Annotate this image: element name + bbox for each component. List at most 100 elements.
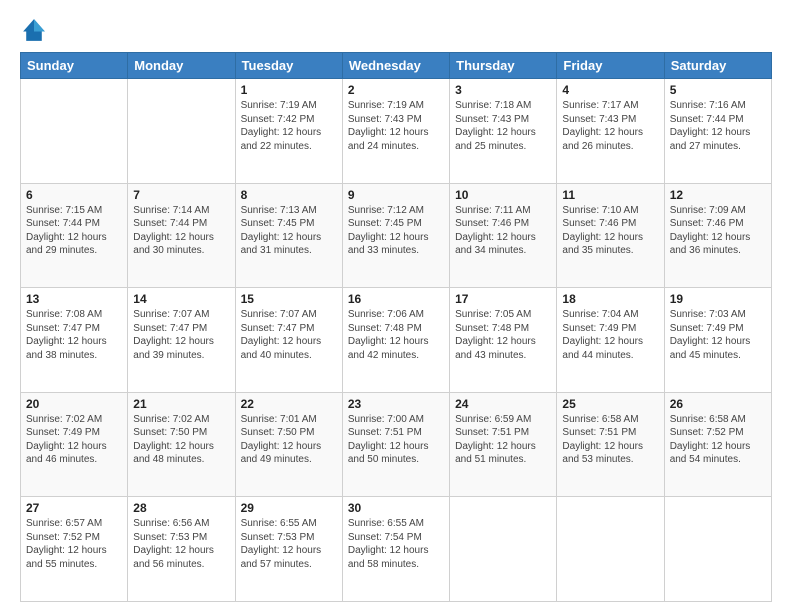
day-number: 14 — [133, 292, 229, 306]
calendar-cell: 1 Sunrise: 7:19 AMSunset: 7:42 PMDaylight… — [235, 79, 342, 184]
calendar-cell: 13 Sunrise: 7:08 AMSunset: 7:47 PMDayligh… — [21, 288, 128, 393]
calendar-cell: 11 Sunrise: 7:10 AMSunset: 7:46 PMDayligh… — [557, 183, 664, 288]
calendar-cell: 30 Sunrise: 6:55 AMSunset: 7:54 PMDayligh… — [342, 497, 449, 602]
calendar-cell: 22 Sunrise: 7:01 AMSunset: 7:50 PMDayligh… — [235, 392, 342, 497]
calendar-cell: 28 Sunrise: 6:56 AMSunset: 7:53 PMDayligh… — [128, 497, 235, 602]
day-number: 16 — [348, 292, 444, 306]
day-number: 7 — [133, 188, 229, 202]
calendar-week-2: 6 Sunrise: 7:15 AMSunset: 7:44 PMDaylight… — [21, 183, 772, 288]
day-info: Sunrise: 7:14 AMSunset: 7:44 PMDaylight:… — [133, 204, 229, 258]
calendar-cell — [450, 497, 557, 602]
calendar-table: SundayMondayTuesdayWednesdayThursdayFrid… — [20, 52, 772, 602]
day-info: Sunrise: 7:04 AMSunset: 7:49 PMDaylight:… — [562, 308, 658, 362]
day-header-sunday: Sunday — [21, 53, 128, 79]
day-number: 9 — [348, 188, 444, 202]
day-number: 6 — [26, 188, 122, 202]
calendar-week-5: 27Sunrise: 6:57 AMSunset: 7:52 PMDayligh… — [21, 497, 772, 602]
day-number: 28 — [133, 501, 229, 515]
day-number: 24 — [455, 397, 551, 411]
logo — [20, 16, 52, 44]
calendar-cell: 24Sunrise: 6:59 AMSunset: 7:51 PMDayligh… — [450, 392, 557, 497]
day-info: Sunrise: 7:11 AMSunset: 7:46 PMDaylight:… — [455, 204, 551, 258]
day-header-friday: Friday — [557, 53, 664, 79]
calendar-cell: 6 Sunrise: 7:15 AMSunset: 7:44 PMDaylight… — [21, 183, 128, 288]
day-info: Sunrise: 7:00 AMSunset: 7:51 PMDaylight:… — [348, 413, 444, 467]
day-info: Sunrise: 7:09 AMSunset: 7:46 PMDaylight:… — [670, 204, 766, 258]
day-info: Sunrise: 6:57 AMSunset: 7:52 PMDaylight:… — [26, 517, 122, 571]
calendar-cell — [21, 79, 128, 184]
day-info: Sunrise: 7:02 AMSunset: 7:49 PMDaylight:… — [26, 413, 122, 467]
day-number: 12 — [670, 188, 766, 202]
calendar-cell: 18 Sunrise: 7:04 AMSunset: 7:49 PMDayligh… — [557, 288, 664, 393]
day-info: Sunrise: 7:08 AMSunset: 7:47 PMDaylight:… — [26, 308, 122, 362]
day-info: Sunrise: 7:13 AMSunset: 7:45 PMDaylight:… — [241, 204, 337, 258]
day-number: 19 — [670, 292, 766, 306]
calendar-cell: 5 Sunrise: 7:16 AMSunset: 7:44 PMDaylight… — [664, 79, 771, 184]
calendar-cell: 19 Sunrise: 7:03 AMSunset: 7:49 PMDayligh… — [664, 288, 771, 393]
day-header-tuesday: Tuesday — [235, 53, 342, 79]
day-info: Sunrise: 7:15 AMSunset: 7:44 PMDaylight:… — [26, 204, 122, 258]
day-number: 20 — [26, 397, 122, 411]
day-info: Sunrise: 6:55 AMSunset: 7:53 PMDaylight:… — [241, 517, 337, 571]
calendar-cell — [557, 497, 664, 602]
day-info: Sunrise: 7:19 AMSunset: 7:43 PMDaylight:… — [348, 99, 444, 153]
calendar-week-1: 1 Sunrise: 7:19 AMSunset: 7:42 PMDaylight… — [21, 79, 772, 184]
day-info: Sunrise: 7:02 AMSunset: 7:50 PMDaylight:… — [133, 413, 229, 467]
calendar-cell: 21 Sunrise: 7:02 AMSunset: 7:50 PMDayligh… — [128, 392, 235, 497]
day-number: 29 — [241, 501, 337, 515]
day-info: Sunrise: 6:58 AMSunset: 7:52 PMDaylight:… — [670, 413, 766, 467]
day-info: Sunrise: 6:58 AMSunset: 7:51 PMDaylight:… — [562, 413, 658, 467]
calendar-cell: 20 Sunrise: 7:02 AMSunset: 7:49 PMDayligh… — [21, 392, 128, 497]
day-info: Sunrise: 7:01 AMSunset: 7:50 PMDaylight:… — [241, 413, 337, 467]
day-info: Sunrise: 7:07 AMSunset: 7:47 PMDaylight:… — [133, 308, 229, 362]
calendar-week-3: 13 Sunrise: 7:08 AMSunset: 7:47 PMDayligh… — [21, 288, 772, 393]
day-number: 22 — [241, 397, 337, 411]
day-info: Sunrise: 7:05 AMSunset: 7:48 PMDaylight:… — [455, 308, 551, 362]
day-number: 4 — [562, 83, 658, 97]
day-number: 3 — [455, 83, 551, 97]
day-number: 8 — [241, 188, 337, 202]
day-number: 23 — [348, 397, 444, 411]
calendar-cell: 12 Sunrise: 7:09 AMSunset: 7:46 PMDayligh… — [664, 183, 771, 288]
day-info: Sunrise: 7:18 AMSunset: 7:43 PMDaylight:… — [455, 99, 551, 153]
day-number: 1 — [241, 83, 337, 97]
day-number: 5 — [670, 83, 766, 97]
day-number: 21 — [133, 397, 229, 411]
calendar-cell: 23 Sunrise: 7:00 AMSunset: 7:51 PMDayligh… — [342, 392, 449, 497]
day-number: 13 — [26, 292, 122, 306]
calendar-cell: 17 Sunrise: 7:05 AMSunset: 7:48 PMDayligh… — [450, 288, 557, 393]
day-number: 17 — [455, 292, 551, 306]
calendar-cell — [664, 497, 771, 602]
day-info: Sunrise: 7:19 AMSunset: 7:42 PMDaylight:… — [241, 99, 337, 153]
day-info: Sunrise: 7:16 AMSunset: 7:44 PMDaylight:… — [670, 99, 766, 153]
calendar-cell: 7 Sunrise: 7:14 AMSunset: 7:44 PMDaylight… — [128, 183, 235, 288]
calendar-cell: 9 Sunrise: 7:12 AMSunset: 7:45 PMDaylight… — [342, 183, 449, 288]
day-number: 30 — [348, 501, 444, 515]
day-info: Sunrise: 7:03 AMSunset: 7:49 PMDaylight:… — [670, 308, 766, 362]
day-info: Sunrise: 6:56 AMSunset: 7:53 PMDaylight:… — [133, 517, 229, 571]
day-info: Sunrise: 7:07 AMSunset: 7:47 PMDaylight:… — [241, 308, 337, 362]
header — [20, 16, 772, 44]
day-number: 26 — [670, 397, 766, 411]
calendar-cell: 15 Sunrise: 7:07 AMSunset: 7:47 PMDayligh… — [235, 288, 342, 393]
day-header-wednesday: Wednesday — [342, 53, 449, 79]
calendar-cell: 25 Sunrise: 6:58 AMSunset: 7:51 PMDayligh… — [557, 392, 664, 497]
calendar-cell: 14 Sunrise: 7:07 AMSunset: 7:47 PMDayligh… — [128, 288, 235, 393]
day-info: Sunrise: 6:55 AMSunset: 7:54 PMDaylight:… — [348, 517, 444, 571]
calendar-cell: 2Sunrise: 7:19 AMSunset: 7:43 PMDaylight… — [342, 79, 449, 184]
day-info: Sunrise: 7:17 AMSunset: 7:43 PMDaylight:… — [562, 99, 658, 153]
day-number: 18 — [562, 292, 658, 306]
day-info: Sunrise: 7:10 AMSunset: 7:46 PMDaylight:… — [562, 204, 658, 258]
calendar-header-row: SundayMondayTuesdayWednesdayThursdayFrid… — [21, 53, 772, 79]
day-header-monday: Monday — [128, 53, 235, 79]
calendar-cell — [128, 79, 235, 184]
calendar-cell: 29 Sunrise: 6:55 AMSunset: 7:53 PMDayligh… — [235, 497, 342, 602]
calendar-cell: 26 Sunrise: 6:58 AMSunset: 7:52 PMDayligh… — [664, 392, 771, 497]
day-number: 15 — [241, 292, 337, 306]
logo-icon — [20, 16, 48, 44]
day-number: 11 — [562, 188, 658, 202]
day-info: Sunrise: 7:12 AMSunset: 7:45 PMDaylight:… — [348, 204, 444, 258]
day-number: 25 — [562, 397, 658, 411]
calendar-cell: 10Sunrise: 7:11 AMSunset: 7:46 PMDayligh… — [450, 183, 557, 288]
page: SundayMondayTuesdayWednesdayThursdayFrid… — [0, 0, 792, 612]
